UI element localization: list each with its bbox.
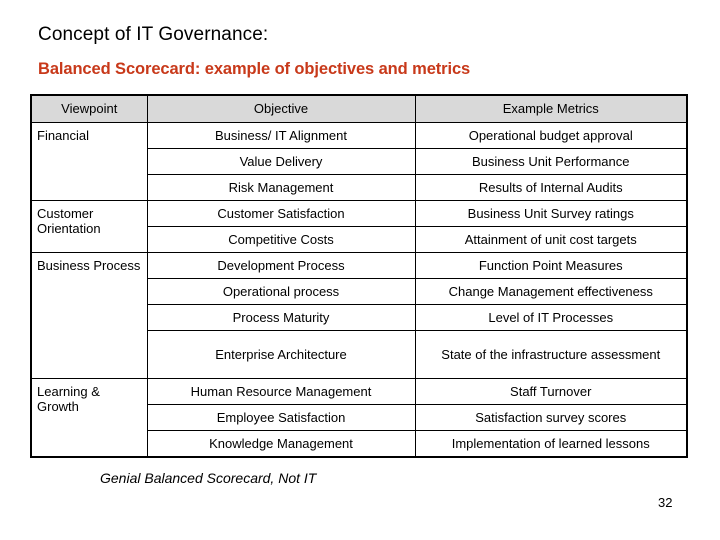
table-header: Viewpoint Objective Example Metrics xyxy=(30,94,688,123)
objective-cell: Customer Satisfaction xyxy=(146,200,416,227)
objective-cell: Risk Management xyxy=(146,174,416,201)
balanced-scorecard-table: Viewpoint Objective Example Metrics Fina… xyxy=(30,94,688,458)
slide-subtitle: Balanced Scorecard: example of objective… xyxy=(38,60,471,78)
metric-cell: State of the infrastructure assessment xyxy=(414,330,688,379)
slide-canvas: Concept of IT Governance: Balanced Score… xyxy=(0,0,720,540)
objective-cell: Process Maturity xyxy=(146,304,416,331)
metric-cell: Business Unit Survey ratings xyxy=(414,200,688,227)
metric-cell: Business Unit Performance xyxy=(414,148,688,175)
page-title: Concept of IT Governance: xyxy=(38,24,269,45)
balanced-scorecard-table-container: Viewpoint Objective Example Metrics Fina… xyxy=(30,94,688,458)
viewpoint-cell-learning-growth: Learning & Growth xyxy=(30,378,148,458)
table-body: Financial Business/ IT Alignment Operati… xyxy=(30,122,688,458)
objective-cell: Operational process xyxy=(146,278,416,305)
objective-cell: Knowledge Management xyxy=(146,430,416,458)
metric-cell: Change Management effectiveness xyxy=(414,278,688,305)
table-row: Learning & Growth Human Resource Managem… xyxy=(30,378,688,458)
metric-cell: Operational budget approval xyxy=(414,122,688,149)
page-number: 32 xyxy=(658,495,673,510)
metric-cell: Satisfaction survey scores xyxy=(414,404,688,431)
metric-cell: Function Point Measures xyxy=(414,252,688,279)
column-header-example-metrics: Example Metrics xyxy=(414,94,688,123)
viewpoint-cell-financial: Financial xyxy=(30,122,148,201)
objective-cell: Human Resource Management xyxy=(146,378,416,405)
table-row: Business Process Development Process Fun… xyxy=(30,252,688,379)
column-header-viewpoint: Viewpoint xyxy=(30,94,148,123)
viewpoint-cell-business-process: Business Process xyxy=(30,252,148,379)
objective-cell: Value Delivery xyxy=(146,148,416,175)
viewpoint-cell-customer-orientation: Customer Orientation xyxy=(30,200,148,253)
column-header-objective: Objective xyxy=(146,94,416,123)
objective-cell: Development Process xyxy=(146,252,416,279)
table-row: Financial Business/ IT Alignment Operati… xyxy=(30,122,688,201)
table-row: Customer Orientation Customer Satisfacti… xyxy=(30,200,688,253)
metric-cell: Level of IT Processes xyxy=(414,304,688,331)
metric-cell: Implementation of learned lessons xyxy=(414,430,688,458)
objective-cell: Enterprise Architecture xyxy=(146,330,416,379)
metric-cell: Staff Turnover xyxy=(414,378,688,405)
footnote-text: Genial Balanced Scorecard, Not IT xyxy=(100,470,317,486)
metric-cell: Attainment of unit cost targets xyxy=(414,226,688,253)
objective-cell: Competitive Costs xyxy=(146,226,416,253)
metric-cell: Results of Internal Audits xyxy=(414,174,688,201)
objective-cell: Business/ IT Alignment xyxy=(146,122,416,149)
table-header-row: Viewpoint Objective Example Metrics xyxy=(30,94,688,123)
objective-cell: Employee Satisfaction xyxy=(146,404,416,431)
